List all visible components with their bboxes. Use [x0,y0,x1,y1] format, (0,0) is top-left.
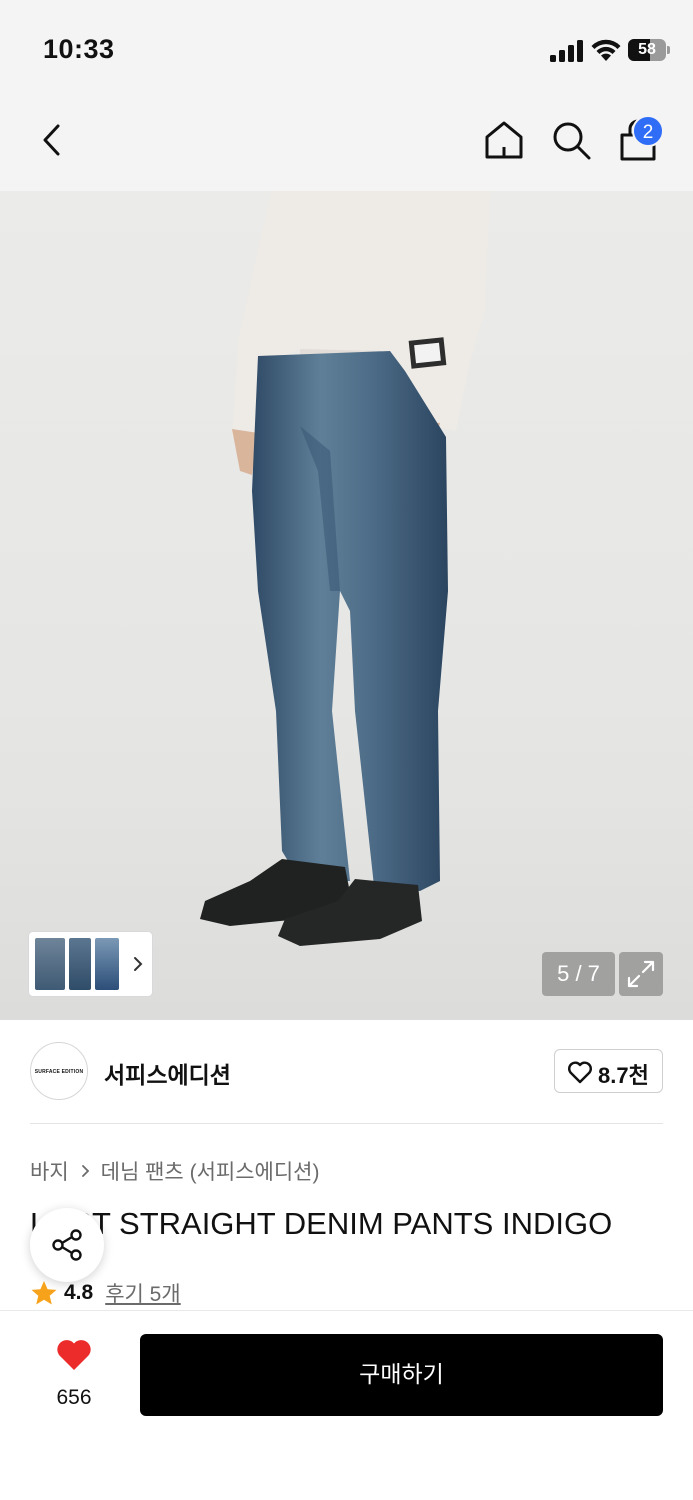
divider [30,1123,663,1124]
search-icon[interactable] [550,119,592,161]
thumbnail-strip[interactable] [29,932,152,996]
top-nav-bar: 2 [0,95,693,191]
brand-like-count: 8.7천 [598,1063,649,1088]
cellular-signal-icon [550,40,583,62]
chevron-right-icon [81,1165,89,1177]
heart-outline-icon [568,1061,592,1084]
product-photo [0,191,693,1020]
product-title: LOST STRAIGHT DENIM PANTS INDIGO [30,1206,613,1241]
review-count-link[interactable]: 후기 5개 [105,1278,180,1308]
breadcrumb: 바지 데님 팬츠 (서피스에디션) [30,1157,320,1185]
cart-count-badge: 2 [632,115,664,147]
thumbnail[interactable] [35,938,65,990]
like-button[interactable]: 656 [50,1336,98,1426]
product-image-gallery[interactable]: 5 / 7 [0,191,693,1020]
share-button[interactable] [30,1208,104,1282]
status-bar: 10:33 58 [0,0,693,95]
breadcrumb-subcategory[interactable]: 데님 팬츠 (서피스에디션) [101,1156,320,1186]
brand-like-button[interactable]: 8.7천 [554,1049,663,1093]
heart-icon [57,1340,91,1370]
home-icon[interactable] [483,119,525,161]
status-time: 10:33 [43,34,115,64]
star-icon [31,1281,57,1305]
rating-value: 4.8 [64,1281,94,1304]
brand-logo[interactable]: SURFACE EDITION [30,1042,88,1100]
buy-button[interactable]: 구매하기 [140,1334,663,1416]
wifi-icon [591,39,621,61]
thumbnail[interactable] [69,938,91,990]
share-icon [52,1229,82,1261]
bottom-action-bar: 656 구매하기 [0,1310,693,1500]
back-icon[interactable] [36,120,70,160]
expand-icon [627,960,655,988]
rating-row: 4.8 후기 5개 [30,1278,181,1308]
like-count: 656 [56,1386,92,1409]
image-page-counter: 5 / 7 [542,952,615,996]
chevron-right-icon [134,957,143,971]
brand-name[interactable]: 서피스에디션 [104,1056,231,1090]
battery-percent: 58 [638,41,656,58]
expand-image-button[interactable] [619,952,663,996]
breadcrumb-category[interactable]: 바지 [30,1156,69,1186]
battery-indicator: 58 [628,39,670,61]
thumbnail[interactable] [95,938,119,990]
